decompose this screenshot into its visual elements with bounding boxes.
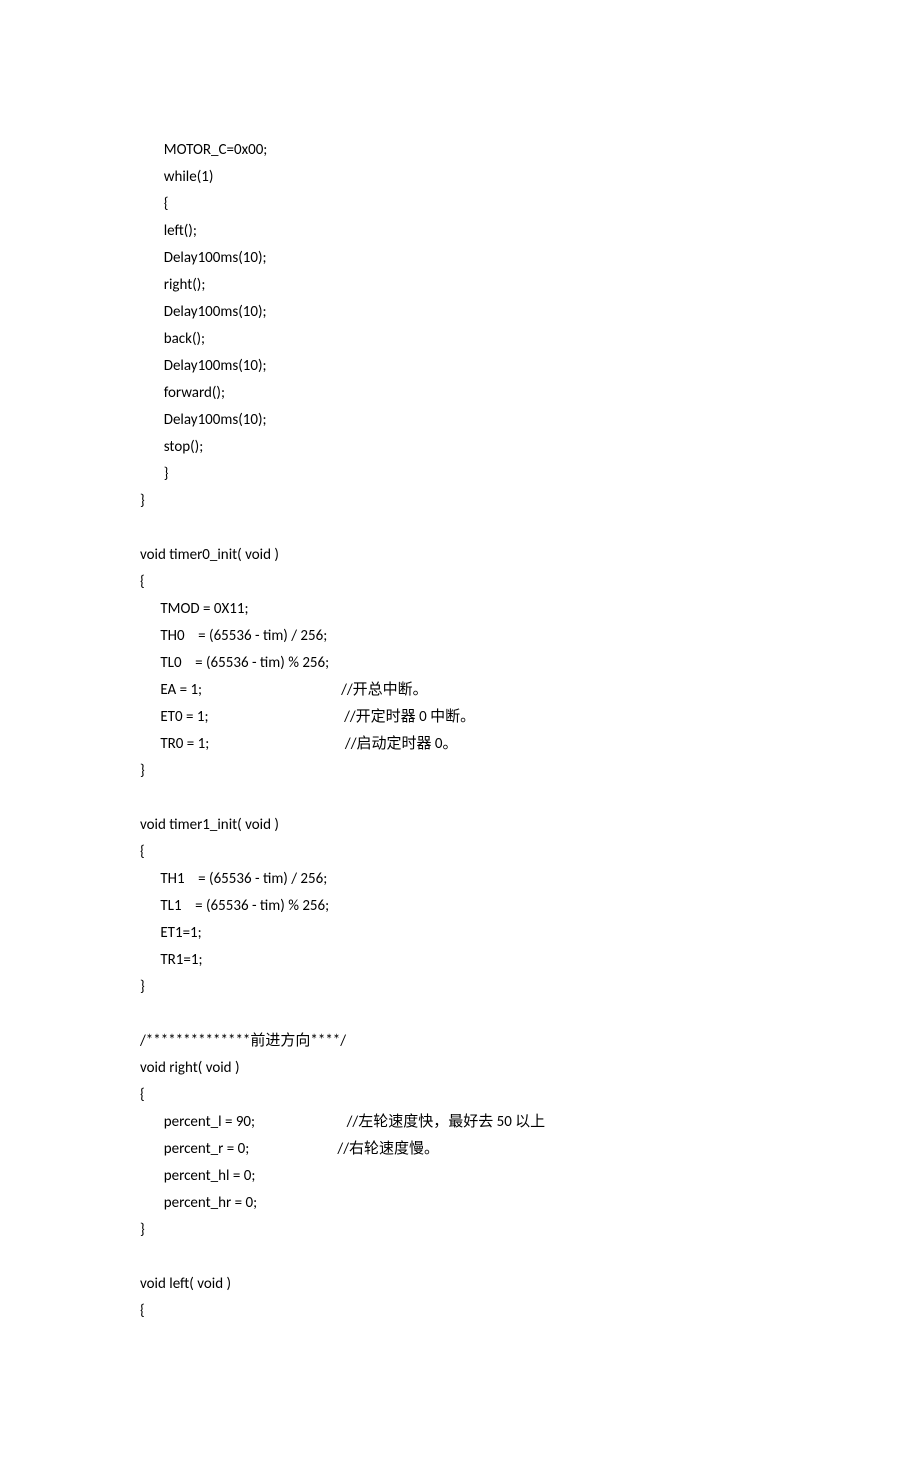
code-line: ET0 = 1; //开定时器 0 中断。 bbox=[140, 704, 780, 731]
code-line bbox=[140, 1244, 780, 1271]
code-line bbox=[140, 1001, 780, 1028]
code-line: percent_hl = 0; bbox=[140, 1163, 780, 1190]
code-line: forward(); bbox=[140, 380, 780, 407]
code-line bbox=[140, 785, 780, 812]
code-line: TMOD = 0X11; bbox=[140, 596, 780, 623]
code-line: { bbox=[140, 1082, 780, 1109]
code-line: void left( void ) bbox=[140, 1271, 780, 1298]
code-line: MOTOR_C=0x00; bbox=[140, 137, 780, 164]
code-line: TH1 = (65536 - tim) / 256; bbox=[140, 866, 780, 893]
code-line: void timer0_init( void ) bbox=[140, 542, 780, 569]
code-line bbox=[140, 515, 780, 542]
code-line: } bbox=[140, 461, 780, 488]
code-line: /**************前进方向****/ bbox=[140, 1028, 780, 1055]
code-line: while(1) bbox=[140, 164, 780, 191]
code-line: { bbox=[140, 839, 780, 866]
code-line: Delay100ms(10); bbox=[140, 353, 780, 380]
code-line: stop(); bbox=[140, 434, 780, 461]
code-line: Delay100ms(10); bbox=[140, 407, 780, 434]
code-line: back(); bbox=[140, 326, 780, 353]
code-line: } bbox=[140, 974, 780, 1001]
code-line: } bbox=[140, 1217, 780, 1244]
code-line: void right( void ) bbox=[140, 1055, 780, 1082]
code-line: } bbox=[140, 488, 780, 515]
code-line: left(); bbox=[140, 218, 780, 245]
code-line: TR1=1; bbox=[140, 947, 780, 974]
code-line: percent_r = 0; //右轮速度慢。 bbox=[140, 1136, 780, 1163]
document-page: MOTOR_C=0x00; while(1) { left(); Delay10… bbox=[0, 0, 920, 1462]
code-line: TL0 = (65536 - tim) % 256; bbox=[140, 650, 780, 677]
code-line: EA = 1; //开总中断。 bbox=[140, 677, 780, 704]
code-line: TR0 = 1; //启动定时器 0。 bbox=[140, 731, 780, 758]
code-block: MOTOR_C=0x00; while(1) { left(); Delay10… bbox=[140, 137, 780, 1325]
code-line: { bbox=[140, 569, 780, 596]
code-line: right(); bbox=[140, 272, 780, 299]
code-line: void timer1_init( void ) bbox=[140, 812, 780, 839]
code-line: TL1 = (65536 - tim) % 256; bbox=[140, 893, 780, 920]
code-line: percent_hr = 0; bbox=[140, 1190, 780, 1217]
code-line: percent_l = 90; //左轮速度快，最好去 50 以上 bbox=[140, 1109, 780, 1136]
code-line: Delay100ms(10); bbox=[140, 245, 780, 272]
code-line: { bbox=[140, 191, 780, 218]
code-line: Delay100ms(10); bbox=[140, 299, 780, 326]
code-line: TH0 = (65536 - tim) / 256; bbox=[140, 623, 780, 650]
code-line: } bbox=[140, 758, 780, 785]
code-line: ET1=1; bbox=[140, 920, 780, 947]
code-line: { bbox=[140, 1298, 780, 1325]
